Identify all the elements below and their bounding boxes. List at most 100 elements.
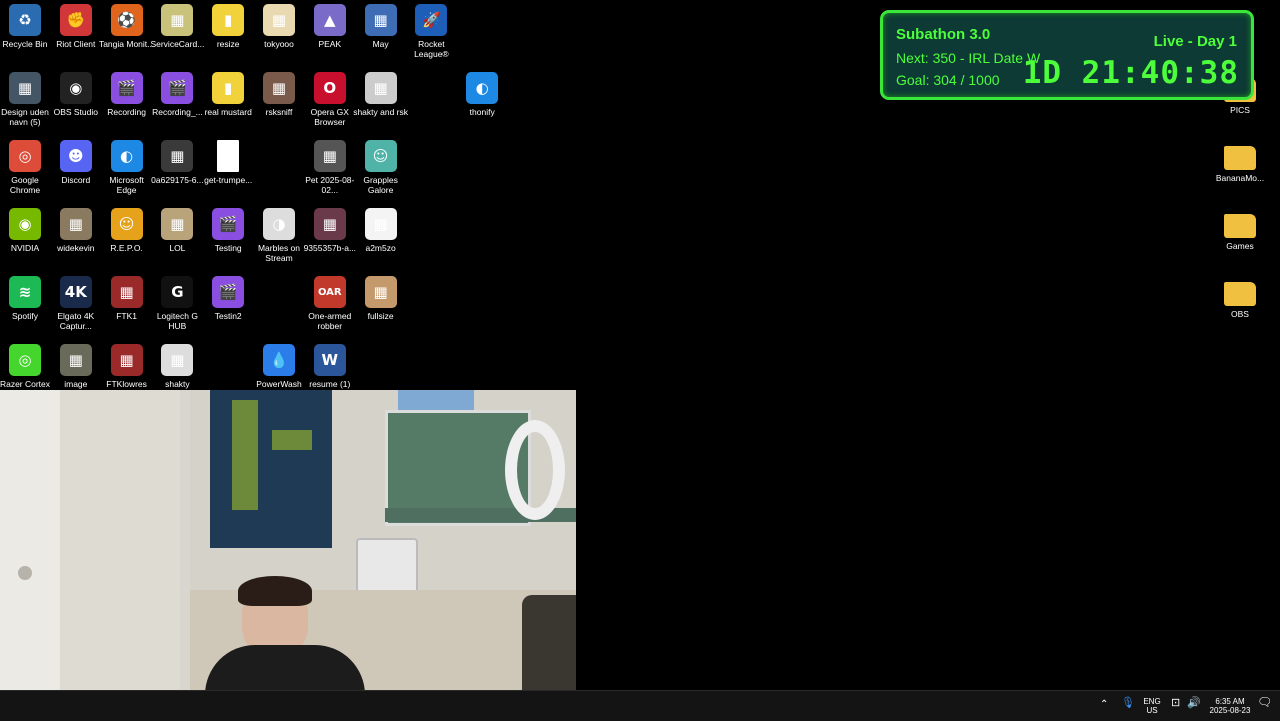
desktop-icon[interactable]: ◎ Razer Cortex <box>0 344 50 389</box>
desktop-icon[interactable]: ✊ Riot Client <box>51 4 101 49</box>
word-document-icon: W <box>313 344 346 376</box>
tangia-icon: ⚽ <box>110 4 143 36</box>
desktop-icon[interactable]: BananaMo... <box>1215 140 1265 183</box>
taskbar: ⌃ 🎙 ENG US ⊡ 🔊 6:35 AM 2025-08-23 🗨 <box>0 690 1280 721</box>
desktop-icon[interactable]: ▦ Design uden navn (5) <box>0 72 50 127</box>
desktop-icon[interactable]: ▦ rsksniff <box>254 72 304 117</box>
desktop-icon[interactable]: ▦ FTKlowres <box>102 344 152 389</box>
desktop-icon[interactable]: O Opera GX Browser <box>305 72 355 127</box>
desktop-icon[interactable]: ◎ Google Chrome <box>0 140 50 195</box>
obs-studio-icon: ◉ <box>59 72 92 104</box>
desktop-icon[interactable]: Wresume (1) <box>305 344 355 389</box>
clock[interactable]: 6:35 AM 2025-08-23 <box>1204 697 1256 715</box>
language-indicator[interactable]: ENG US <box>1140 697 1164 715</box>
desktop-icon[interactable]: ▦ widekevin <box>51 208 101 253</box>
desktop-icon[interactable]: ▦ tokyooo <box>254 4 304 49</box>
desktop-icon[interactable]: ☺ R.E.P.O. <box>102 208 152 253</box>
desktop-icon[interactable]: G Logitech G HUB <box>152 276 202 331</box>
marbles-icon: ◑ <box>263 208 295 240</box>
desktop-icon-label: FTKlowres <box>106 379 147 389</box>
desktop-icon-label: thonify <box>469 107 495 117</box>
inflatable-ring <box>505 420 565 520</box>
desktop-icon[interactable]: ▲ PEAK <box>305 4 355 49</box>
image-file-icon: ▦ <box>161 140 194 172</box>
desktop-icon[interactable]: ▦ 0a629175-6... <box>151 140 204 185</box>
elgato-4k-icon: 4K <box>59 276 92 308</box>
desktop-icon[interactable]: 🎬 Testing <box>203 208 253 253</box>
overlay-countdown-timer: 1D 21:40:38 <box>1022 55 1239 91</box>
desktop-icon-label: Elgato 4K Captur... <box>57 311 95 331</box>
desktop-icon-label: Recording_... <box>152 107 203 117</box>
logitech-g-icon: G <box>161 276 194 308</box>
desktop-icon-label: resize <box>216 39 240 49</box>
desktop-icon[interactable]: ▦ FTK1 <box>102 276 152 321</box>
webcam-feed <box>0 390 576 714</box>
desktop-icon-label: FTK1 <box>116 311 137 321</box>
desktop-icon[interactable]: 🎬 Recording <box>102 72 152 117</box>
desktop-icon[interactable]: ▦ 9355357b-a... <box>304 208 356 253</box>
desktop-icon[interactable]: ▦ shakty <box>152 344 202 389</box>
riot-client-icon: ✊ <box>59 4 92 36</box>
overlay-title: Subathon 3.0 <box>896 26 991 43</box>
desktop-icon[interactable]: ▮ real mustard <box>203 72 253 117</box>
desktop-icon[interactable]: Games <box>1215 208 1265 251</box>
desktop-icon[interactable]: ☺ Grapples Galore <box>356 140 406 195</box>
desktop-icon[interactable]: OBS <box>1215 276 1265 319</box>
desktop-icon[interactable]: ◉ NVIDIA <box>0 208 50 253</box>
desktop-icon-label: Marbles on Stream <box>257 243 301 263</box>
desktop-icon[interactable]: 4K Elgato 4K Captur... <box>51 276 101 331</box>
desktop-icon[interactable]: ⚽ Tangia Monit... <box>99 4 154 49</box>
show-hidden-icons-chevron-icon[interactable]: ⌃ <box>1100 700 1108 710</box>
region-code: US <box>1146 706 1158 715</box>
desktop-icon[interactable]: ▦ shakty and rsk <box>353 72 408 117</box>
desktop-icon[interactable]: ◉ OBS Studio <box>51 72 101 117</box>
one-armed-robber-icon: OAR <box>313 276 346 308</box>
door-knob <box>18 566 32 580</box>
desktop-icon-label: Recycle Bin <box>2 39 48 49</box>
desktop-icon-label: 0a629175-6... <box>151 175 204 185</box>
folder-icon <box>1224 282 1256 306</box>
desktop-icon[interactable]: ▮ resize <box>203 4 253 49</box>
desktop-icon[interactable]: ☻ Discord <box>51 140 101 185</box>
desktop-icon-label: Design uden navn (5) <box>1 107 49 127</box>
desktop-icon[interactable]: 🎬 Recording_... <box>152 72 203 117</box>
desktop-icon[interactable]: ▦ ServiceCard... <box>150 4 205 49</box>
cat-image-icon: ▦ <box>364 276 397 308</box>
desktop-icon[interactable]: 🎬 Testin2 <box>203 276 253 321</box>
desktop-icon[interactable]: ▦ May <box>356 4 406 49</box>
desktop-icon[interactable]: ◑ Marbles on Stream <box>254 208 304 263</box>
desktop-icon[interactable]: ◐ thonify <box>457 72 507 117</box>
repo-game-icon: ☺ <box>110 208 143 240</box>
spotify-icon: ≋ <box>9 276 41 308</box>
desktop-icon-label: PowerWash <box>256 379 302 389</box>
volume-icon[interactable]: 🔊 <box>1187 698 1201 709</box>
network-icon[interactable]: ⊡ <box>1171 698 1180 709</box>
desktop-icon[interactable]: OAR One-armed robber <box>305 276 355 331</box>
notification-center-icon[interactable]: 🗨 <box>1257 696 1272 708</box>
desktop-icon-label: Spotify <box>12 311 38 321</box>
desktop-icon-label: Opera GX Browser <box>310 107 349 127</box>
desktop-icon-label: ServiceCard... <box>150 39 205 49</box>
microphone-icon[interactable]: 🎙 <box>1121 698 1135 709</box>
desktop-icon-label: OBS <box>1231 309 1249 319</box>
desktop-icon-label: R.E.P.O. <box>110 243 143 253</box>
desktop-icon-label: NVIDIA <box>10 243 40 253</box>
desktop-icon[interactable]: 🚀 Rocket League® <box>406 4 456 59</box>
desktop-icon[interactable]: ▦ a2m5zo <box>356 208 406 253</box>
desktop-icon[interactable]: ▦ Pet 2025-08-02... <box>305 140 355 195</box>
desktop-icon[interactable]: ◐ Microsoft Edge <box>102 140 152 195</box>
powerwash-icon: 💧 <box>263 344 295 376</box>
desktop-icon[interactable]: ≋ Spotify <box>0 276 50 321</box>
desktop-icon-label: Microsoft Edge <box>109 175 144 195</box>
desktop-icon-label: Razer Cortex <box>0 379 51 389</box>
chrome-icon: ◎ <box>9 140 41 172</box>
folder-games-icon <box>1224 214 1256 238</box>
desktop-icon[interactable]: ▦ LOL <box>152 208 202 253</box>
image-file-icon: ▦ <box>59 344 92 376</box>
desktop-icon[interactable]: ▦ fullsize <box>356 276 406 321</box>
desktop-icon-label: Rocket League® <box>414 39 449 59</box>
desktop-icon[interactable]: get-trumpe... <box>203 140 253 185</box>
desktop-icon[interactable]: 💧 PowerWash <box>254 344 304 389</box>
desktop-icon[interactable]: ▦ image <box>51 344 101 389</box>
desktop-icon[interactable]: ♻ Recycle Bin <box>0 4 50 49</box>
